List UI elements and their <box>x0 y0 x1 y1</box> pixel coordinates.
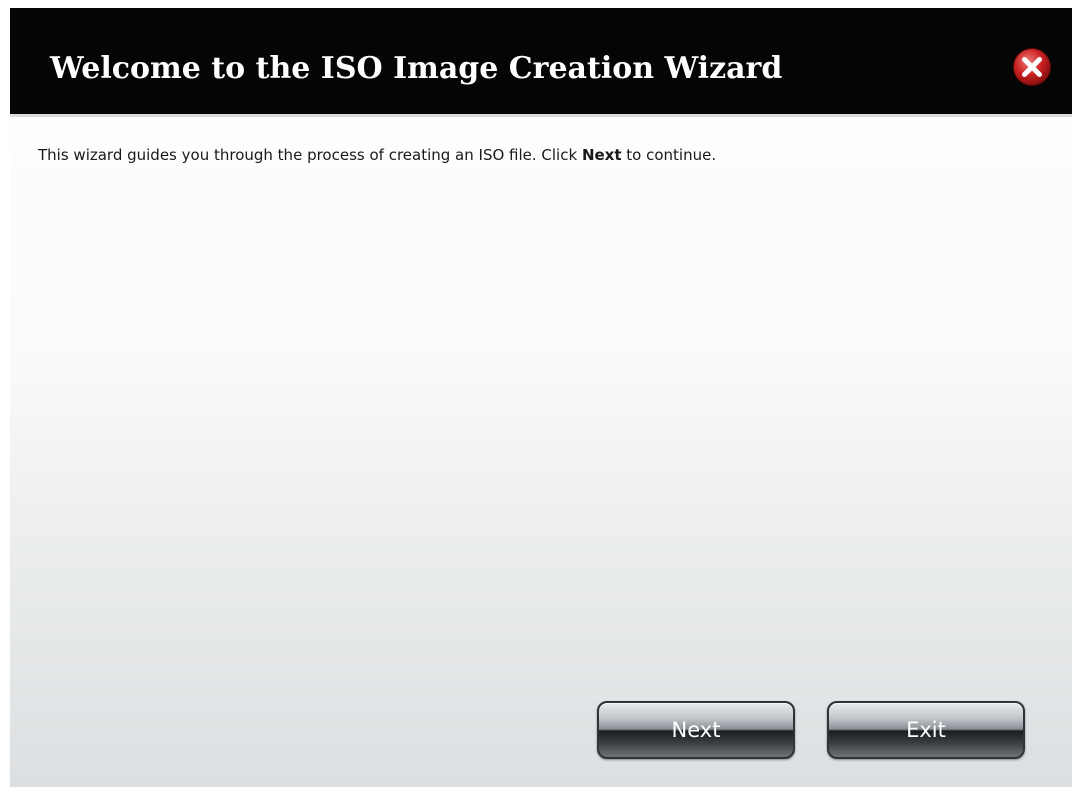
wizard-dialog: Welcome to the ISO Image Creation Wizard… <box>10 8 1072 787</box>
close-icon[interactable] <box>1012 47 1052 87</box>
next-button[interactable]: Next <box>597 701 795 759</box>
dialog-titlebar: Welcome to the ISO Image Creation Wizard <box>10 8 1072 117</box>
intro-message-tail: to continue. <box>621 146 717 164</box>
intro-message-text: This wizard guides you through the proce… <box>38 146 582 164</box>
intro-message: This wizard guides you through the proce… <box>38 146 716 164</box>
intro-message-next-emphasis: Next <box>581 146 622 164</box>
exit-button[interactable]: Exit <box>827 701 1025 759</box>
dialog-title: Welcome to the ISO Image Creation Wizard <box>50 51 783 86</box>
